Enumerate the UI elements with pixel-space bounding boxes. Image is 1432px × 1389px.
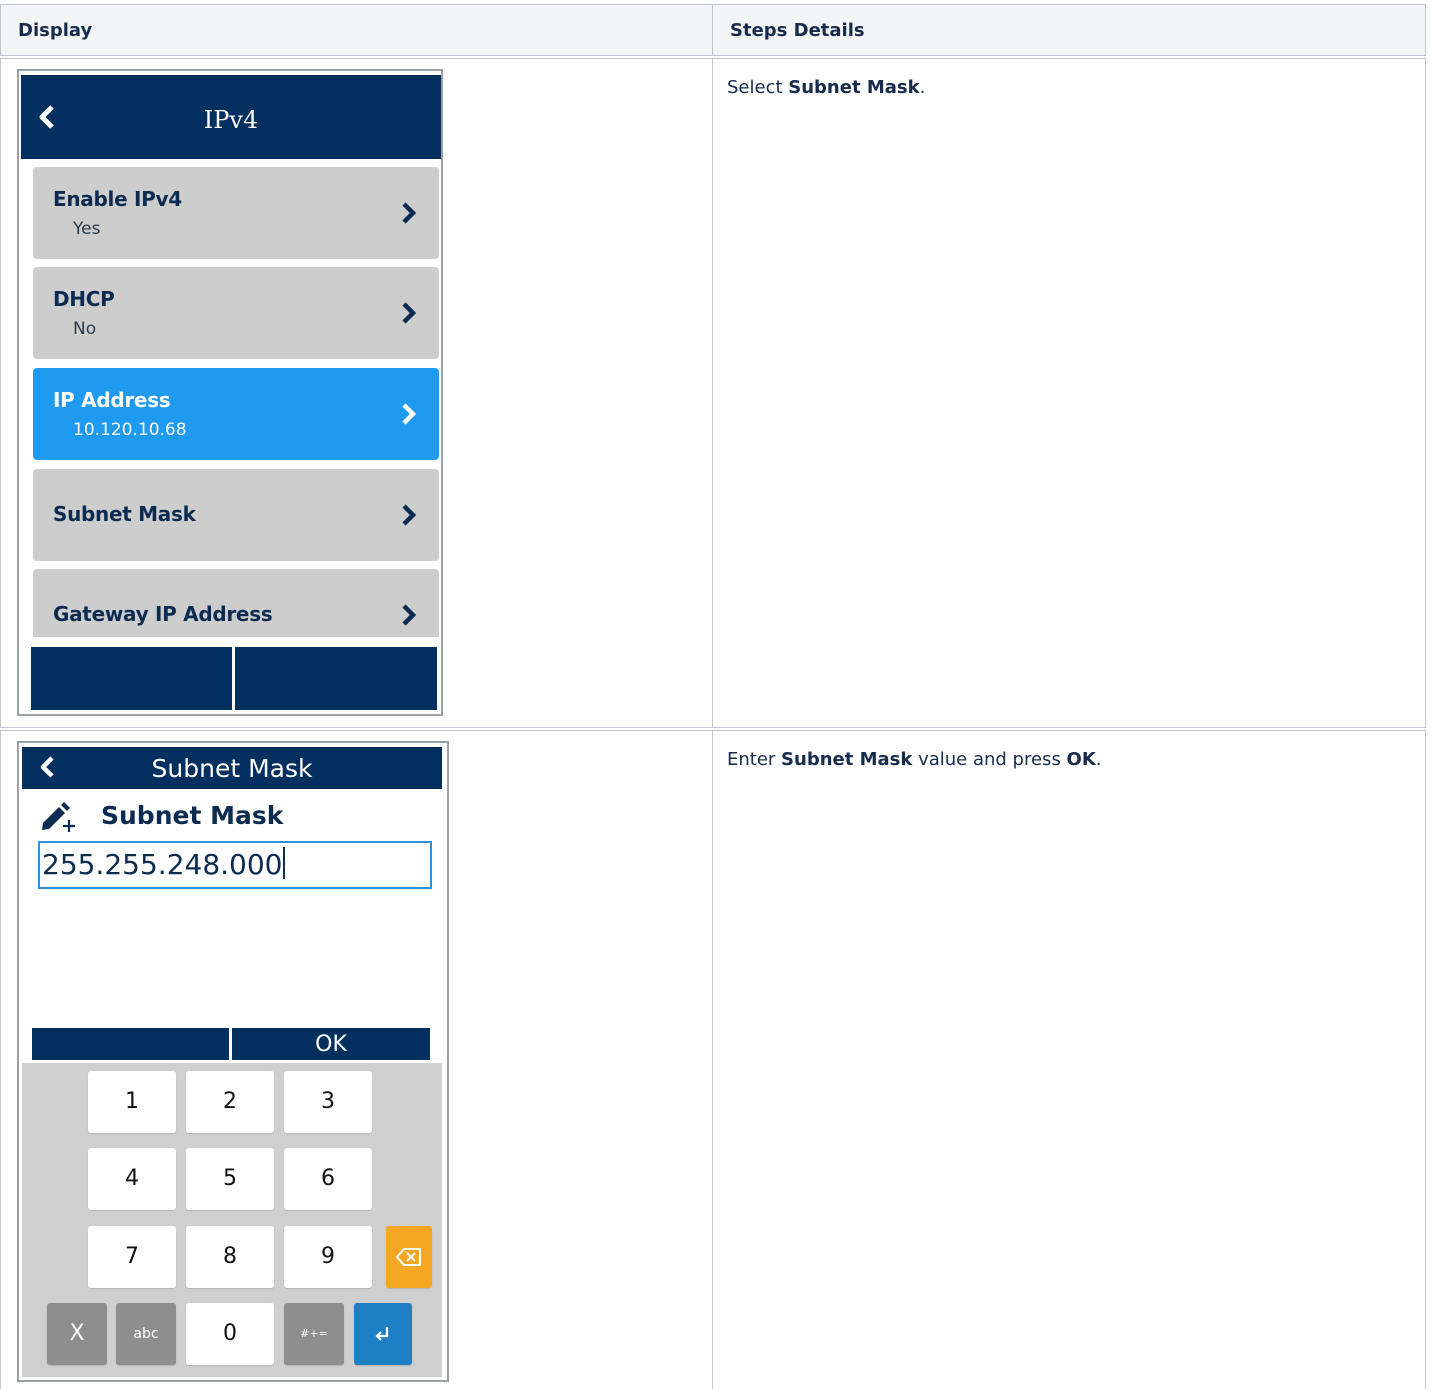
screen-title-bar: IPv4 — [21, 75, 441, 159]
menu-item-dhcp[interactable]: DHCP No — [33, 267, 439, 359]
header-steps-details: Steps Details — [712, 4, 1426, 56]
menu-item-label: Enable IPv4 — [53, 187, 182, 211]
key-9[interactable]: 9 — [284, 1226, 372, 1288]
chevron-right-icon — [402, 504, 417, 526]
key-3[interactable]: 3 — [284, 1071, 372, 1133]
ipv4-device-screen: IPv4 Enable IPv4 Yes DHCP No IP Address … — [17, 69, 443, 716]
row1-step-text: Select Subnet Mask. — [727, 77, 926, 98]
chevron-right-icon — [402, 403, 417, 425]
menu-item-value: No — [73, 319, 97, 339]
backspace-icon — [395, 1248, 421, 1266]
enter-key[interactable] — [354, 1303, 412, 1365]
menu-item-value: 10.120.10.68 — [73, 420, 187, 440]
key-5[interactable]: 5 — [186, 1148, 274, 1210]
screen-title: Subnet Mask — [151, 754, 313, 783]
row2-step-text: Enter Subnet Mask value and press OK. — [727, 749, 1102, 770]
menu-item-label: Gateway IP Address — [53, 602, 273, 626]
key-2[interactable]: 2 — [186, 1071, 274, 1133]
menu-item-subnet-mask[interactable]: Subnet Mask — [33, 469, 439, 561]
softkey-left[interactable] — [32, 1028, 229, 1060]
key-abc[interactable]: abc — [116, 1303, 176, 1365]
field-label: Subnet Mask — [101, 801, 284, 830]
key-6[interactable]: 6 — [284, 1148, 372, 1210]
numeric-keypad: 1 2 3 4 5 6 7 8 9 X abc 0 #+= — [22, 1063, 442, 1377]
menu-item-enable-ipv4[interactable]: Enable IPv4 Yes — [33, 167, 439, 259]
menu-item-value: Yes — [73, 219, 101, 239]
key-0[interactable]: 0 — [186, 1303, 274, 1365]
menu-item-label: IP Address — [53, 388, 171, 412]
text-caret — [283, 847, 286, 879]
subnet-mask-value: 255.255.248.000 — [42, 848, 283, 881]
header-display: Display — [0, 4, 714, 56]
softkey-right[interactable] — [235, 647, 437, 710]
ok-softkey[interactable]: OK — [232, 1028, 430, 1060]
subnet-mask-input[interactable]: 255.255.248.000 — [38, 841, 432, 889]
key-clear-x[interactable]: X — [47, 1303, 107, 1365]
backspace-key[interactable] — [386, 1226, 432, 1288]
enter-return-icon — [375, 1327, 389, 1341]
screen-title-bar: Subnet Mask — [22, 747, 442, 789]
key-8[interactable]: 8 — [186, 1226, 274, 1288]
chevron-right-icon — [402, 302, 417, 324]
menu-item-ip-address[interactable]: IP Address 10.120.10.68 — [33, 368, 439, 460]
subnet-mask-device-screen: Subnet Mask Subnet Mask 255.255.248.000 … — [17, 741, 449, 1382]
key-symbols[interactable]: #+= — [284, 1303, 344, 1365]
screen-title: IPv4 — [203, 106, 259, 134]
key-1[interactable]: 1 — [88, 1071, 176, 1133]
chevron-right-icon — [402, 604, 417, 626]
menu-item-gateway-ip-address[interactable]: Gateway IP Address — [33, 569, 439, 637]
key-4[interactable]: 4 — [88, 1148, 176, 1210]
edit-pencil-plus-icon — [42, 802, 75, 832]
row2-steps-cell: Enter Subnet Mask value and press OK. — [712, 730, 1426, 1389]
softkey-bar — [31, 647, 437, 710]
chevron-right-icon — [402, 202, 417, 224]
softkey-left[interactable] — [31, 647, 232, 710]
menu-item-label: DHCP — [53, 287, 115, 311]
row1-steps-cell: Select Subnet Mask. — [712, 58, 1426, 728]
menu-item-label: Subnet Mask — [53, 502, 196, 526]
key-7[interactable]: 7 — [88, 1226, 176, 1288]
